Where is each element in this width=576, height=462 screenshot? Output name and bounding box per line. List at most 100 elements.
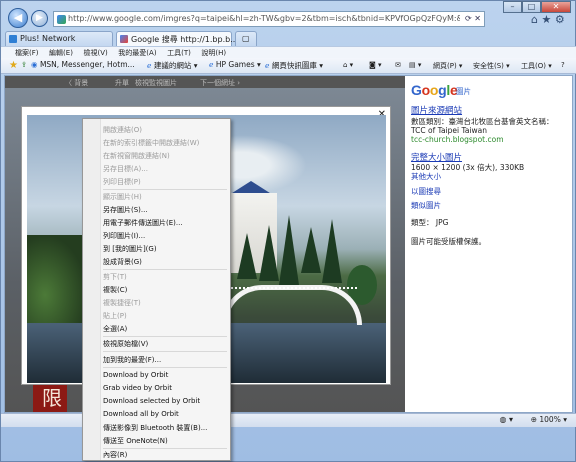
fav-web-slice-gallery[interactable]: ℯ 網頁快訊圖庫 ▾ [265, 60, 323, 71]
ctx-open-in-new-tab[interactable]: 在新的索引標籤中開啟連結(W) [103, 138, 199, 150]
photo-tree [279, 215, 299, 285]
menu-favorites[interactable]: 我的最愛(A) [114, 47, 160, 58]
ctx-save-target-as[interactable]: 另存目標(A)... [103, 164, 148, 176]
globe-icon: ◍ ▾ [499, 415, 513, 424]
refresh-icon[interactable]: ⟳ [465, 14, 472, 23]
google-image-toolbar: 〈 背景 升單 檢視監視圖片 下一個網址 › [5, 76, 405, 88]
ctx-go-to-my-pictures[interactable]: 到 [我的圖片](G) [103, 244, 157, 256]
home-icon[interactable]: ⌂ [531, 13, 538, 26]
plus-network-icon [9, 35, 17, 43]
toolbar-link-2[interactable]: 檢視監視圖片 [135, 78, 177, 88]
photo-bridge [222, 285, 362, 325]
logo-subtitle: 圖片 [456, 87, 471, 96]
zoom-level[interactable]: ⊕ 100% ▾ [531, 415, 567, 424]
tool-tools[interactable]: 工具(O) ▾ [521, 61, 552, 71]
add-favorite-icon[interactable]: ⇪ [21, 60, 27, 69]
address-text[interactable]: http://www.google.com/imgres?q=taipei&hl… [68, 14, 460, 23]
ctx-grab-video-by-orbit[interactable]: Grab video by Orbit [103, 384, 172, 396]
search-by-image-link[interactable]: 以圖搜尋 [411, 186, 441, 197]
settings-gear-icon[interactable]: ⚙ [555, 13, 565, 26]
help-icon[interactable]: ? [561, 61, 565, 69]
address-row: ◀ ▶ http://www.google.com/imgres?q=taipe… [1, 1, 576, 29]
tool-page[interactable]: 網頁(P) ▾ [433, 61, 462, 71]
image-type: 類型： JPG [411, 218, 449, 227]
menu-bar: 檔案(F) 編輯(E) 檢視(V) 我的最愛(A) 工具(T) 說明(H) [1, 46, 576, 58]
ctx-select-all[interactable]: 全選(A) [103, 324, 127, 336]
ctx-email-picture[interactable]: 用電子郵件傳送圖片(E)... [103, 218, 183, 230]
ctx-properties[interactable]: 內容(R) [103, 450, 127, 462]
ctx-show-picture[interactable]: 顯示圖片(H) [103, 192, 142, 204]
print-icon[interactable]: ▤ ▾ [409, 61, 421, 69]
photo-tree [301, 227, 321, 273]
similar-images-link[interactable]: 類似圖片 [411, 200, 441, 211]
fav-label: 建議的網站 ▾ [153, 61, 198, 70]
minimize-icon[interactable]: – [503, 1, 522, 13]
close-window-icon[interactable]: ✕ [541, 1, 571, 13]
back-to-results-link[interactable]: 〈 背景 [65, 78, 88, 88]
context-menu: 開啟連結(O) 在新的索引標籤中開啟連結(W) 在新視窗開啟連結(N) 另存目標… [82, 118, 231, 461]
ctx-send-to-bluetooth[interactable]: 傳送影像到 Bluetooth 裝置(B)... [103, 423, 207, 435]
menu-help[interactable]: 說明(H) [197, 47, 230, 58]
home-toolbar-icon[interactable]: ⌂ ▾ [343, 61, 353, 69]
ctx-separator [103, 367, 227, 368]
ctx-save-picture-as[interactable]: 另存圖片(S)... [103, 205, 148, 217]
other-sizes-link[interactable]: 其他大小 [411, 171, 441, 182]
ctx-paste[interactable]: 貼上(P) [103, 311, 127, 323]
ctx-print-target[interactable]: 列印目標(P) [103, 177, 141, 189]
home-icons: ⌂ ★ ⚙ [531, 13, 565, 26]
fav-label: 網頁快訊圖庫 ▾ [271, 61, 323, 70]
favorites-star-icon[interactable]: ★ [9, 60, 18, 71]
favorites-star-icon[interactable]: ★ [541, 13, 551, 26]
photo-foliage [27, 235, 87, 335]
menu-view[interactable]: 檢視(V) [79, 47, 111, 58]
fav-msn[interactable]: ◉ MSN, Messenger, Hotm... [31, 60, 135, 69]
google-logo[interactable]: Google [411, 82, 458, 98]
tab-plus-network[interactable]: Plus! Network [5, 31, 113, 46]
ctx-download-selected-by-orbit[interactable]: Download selected by Orbit [103, 397, 200, 409]
stop-icon[interactable]: ✕ [474, 14, 481, 23]
new-tab-icon: ▢ [242, 34, 250, 43]
ctx-download-by-orbit[interactable]: Download by Orbit [103, 371, 168, 383]
address-bar[interactable]: http://www.google.com/imgres?q=taipei&hl… [53, 11, 485, 27]
tab-google-search[interactable]: Google 搜尋 http://1.bp.b...✕ [116, 31, 251, 46]
ie-icon: ℯ [209, 60, 214, 69]
tab-label: Google 搜尋 http://1.bp.b... [131, 35, 238, 44]
logo-letter: o [429, 82, 439, 98]
msn-icon: ◉ [31, 60, 38, 69]
ctx-download-all-by-orbit[interactable]: Download all by Orbit [103, 410, 179, 422]
ctx-view-source[interactable]: 檢視原始檔(V) [103, 339, 148, 351]
source-name: TCC of Taipei Taiwan [411, 126, 487, 135]
ctx-copy[interactable]: 複製(C) [103, 285, 127, 297]
source-site-link[interactable]: 圖片來源網站 [411, 104, 462, 116]
logo-letter: o [421, 82, 431, 98]
ctx-print-picture[interactable]: 列印圖片(I)... [103, 231, 145, 243]
mail-icon[interactable]: ✉ [395, 61, 401, 69]
fav-label: MSN, Messenger, Hotm... [39, 60, 135, 69]
ctx-open-link[interactable]: 開啟連結(O) [103, 125, 142, 137]
ctx-cut[interactable]: 剪下(T) [103, 272, 127, 284]
next-link[interactable]: 下一個網址 › [200, 78, 240, 88]
image-info-pane: Google 圖片 圖片來源網站 數區類別：臺灣台北牧區台基會英文名稱： TCC… [405, 76, 572, 412]
toolbar-link-1[interactable]: 升單 [115, 78, 129, 88]
menu-tools[interactable]: 工具(T) [163, 47, 195, 58]
menu-edit[interactable]: 編輯(E) [45, 47, 77, 58]
forward-button-icon[interactable]: ▶ [31, 10, 48, 27]
back-button-icon[interactable]: ◀ [8, 8, 28, 28]
ctx-add-to-favorites[interactable]: 加到我的最愛(F)... [103, 355, 161, 367]
fav-suggested-sites[interactable]: ℯ 建議的網站 ▾ [147, 60, 198, 71]
ctx-open-in-new-window[interactable]: 在新視窗開啟連結(N) [103, 151, 170, 163]
maximize-icon[interactable]: □ [522, 1, 541, 13]
ctx-separator [103, 351, 227, 352]
ctx-copy-shortcut[interactable]: 複製捷徑(T) [103, 298, 141, 310]
ctx-set-as-background[interactable]: 設成背景(G) [103, 257, 142, 269]
menu-file[interactable]: 檔案(F) [11, 47, 43, 58]
rss-icon[interactable]: ◙ ▾ [369, 61, 382, 69]
ctx-send-to-onenote[interactable]: 傳送至 OneNote(N) [103, 436, 168, 448]
new-tab-button[interactable]: ▢ [235, 31, 257, 46]
tool-safety[interactable]: 安全性(S) ▾ [473, 61, 510, 71]
page-favicon-icon [57, 15, 66, 24]
google-favicon-icon [120, 35, 128, 43]
address-actions[interactable]: ⟳ ✕ [465, 14, 481, 23]
fav-hp-games[interactable]: ℯ HP Games ▾ [209, 60, 261, 69]
favorites-bar: ★ ⇪ ◉ MSN, Messenger, Hotm... ℯ 建議的網站 ▾ … [1, 58, 576, 74]
